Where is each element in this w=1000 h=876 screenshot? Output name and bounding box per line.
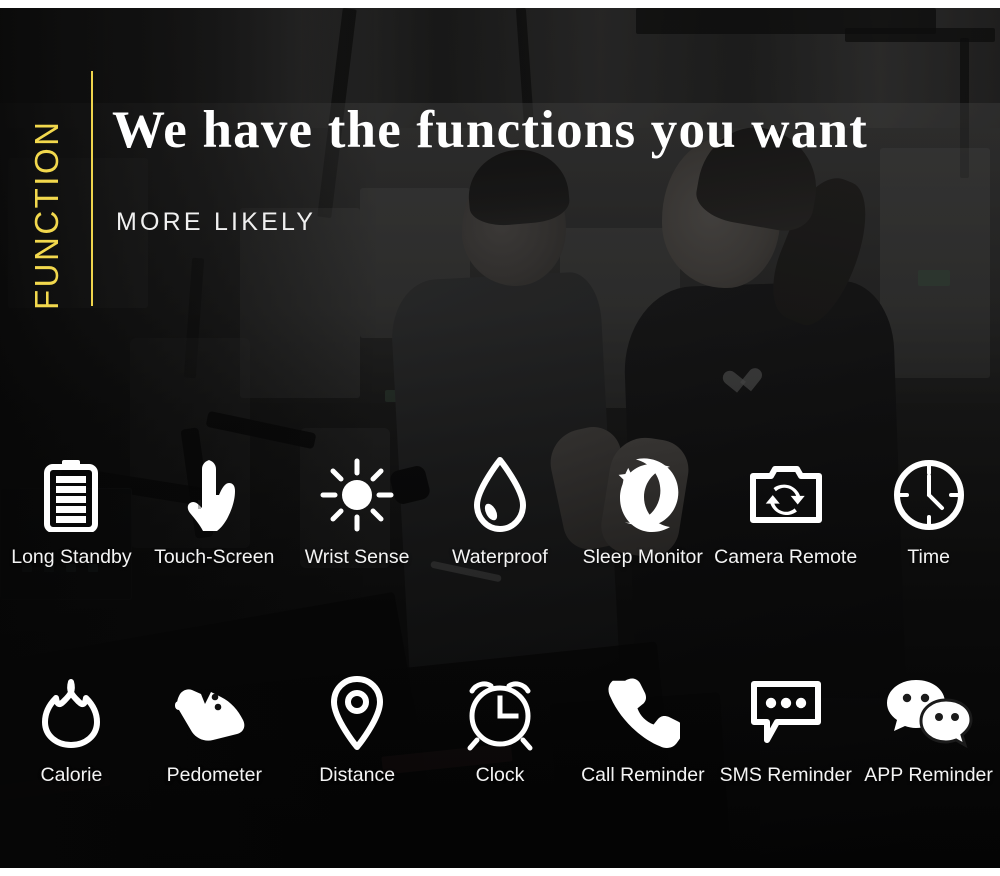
- feature-pedometer[interactable]: Pedometer: [143, 674, 286, 787]
- location-pin-icon: [328, 674, 386, 752]
- feature-label: SMS Reminder: [719, 764, 852, 786]
- feature-row-1: Long Standby Touch-Screen Wrist Sense Wa…: [0, 456, 1000, 569]
- feature-label: Time: [907, 546, 950, 568]
- clock-icon: [892, 456, 966, 534]
- feature-label: Clock: [475, 764, 525, 786]
- phone-handset-icon: [606, 674, 680, 752]
- feature-label: Waterproof: [452, 546, 548, 568]
- feature-long-standby[interactable]: Long Standby: [0, 456, 143, 569]
- feature-touch-screen[interactable]: Touch-Screen: [143, 456, 286, 569]
- shoe-icon: [171, 674, 257, 752]
- alarm-clock-icon: [461, 674, 539, 752]
- feature-label: Distance: [319, 764, 396, 786]
- feature-call-reminder[interactable]: Call Reminder: [571, 674, 714, 787]
- feature-label: Calorie: [40, 764, 103, 786]
- pointing-hand-icon: [183, 456, 245, 534]
- battery-icon: [40, 456, 102, 534]
- feature-label: Long Standby: [11, 546, 132, 568]
- feature-wrist-sense[interactable]: Wrist Sense: [286, 456, 429, 569]
- feature-waterproof[interactable]: Waterproof: [428, 456, 571, 569]
- double-chat-bubbles-icon: [883, 674, 975, 752]
- moon-stars-icon: [604, 456, 682, 534]
- feature-sms-reminder[interactable]: SMS Reminder: [714, 674, 857, 787]
- feature-distance[interactable]: Distance: [286, 674, 429, 787]
- feature-label: Pedometer: [166, 764, 262, 786]
- feature-label: Sleep Monitor: [582, 546, 703, 568]
- feature-time[interactable]: Time: [857, 456, 1000, 569]
- feature-label: Wrist Sense: [304, 546, 410, 568]
- function-banner: FUNCTION We have the functions you want …: [0, 8, 1000, 868]
- subheadline: MORE LIKELY: [116, 208, 317, 236]
- feature-camera-remote[interactable]: Camera Remote: [714, 456, 857, 569]
- feature-sleep-monitor[interactable]: Sleep Monitor: [571, 456, 714, 569]
- gold-divider-line: [91, 71, 93, 306]
- banner-content: FUNCTION We have the functions you want …: [0, 8, 1000, 868]
- headline: We have the functions you want: [112, 101, 868, 159]
- feature-clock[interactable]: Clock: [429, 674, 572, 787]
- feature-calorie[interactable]: Calorie: [0, 674, 143, 787]
- feature-label: Call Reminder: [581, 764, 705, 786]
- flame-icon: [38, 674, 104, 752]
- camera-rotate-icon: [747, 456, 825, 534]
- section-label-function: FUNCTION: [28, 119, 65, 310]
- feature-label: Touch-Screen: [154, 546, 275, 568]
- speech-bubble-dots-icon: [747, 674, 825, 752]
- water-drop-icon: [471, 456, 529, 534]
- feature-row-2: Calorie Pedometer Distance Clock Call Re…: [0, 674, 1000, 787]
- feature-app-reminder[interactable]: APP Reminder: [857, 674, 1000, 787]
- sun-icon: [320, 456, 394, 534]
- banner-page: FUNCTION We have the functions you want …: [0, 0, 1000, 876]
- feature-label: APP Reminder: [864, 764, 993, 786]
- feature-label: Camera Remote: [714, 546, 858, 568]
